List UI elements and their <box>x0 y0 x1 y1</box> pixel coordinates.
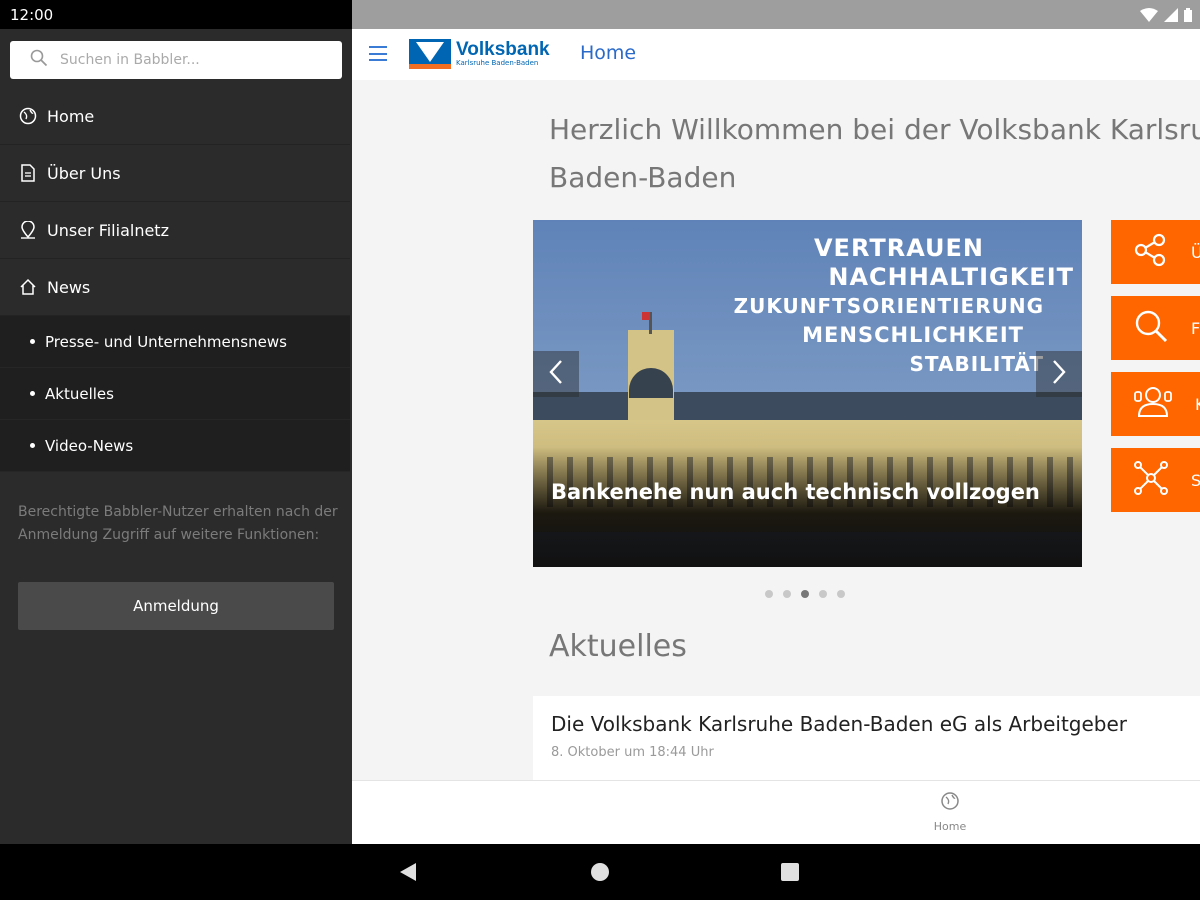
carousel-dot[interactable] <box>819 590 827 598</box>
document-icon <box>18 163 38 183</box>
sidebar-item-home[interactable]: Home <box>0 88 350 145</box>
carousel-dot[interactable] <box>765 590 773 598</box>
quick-link-label: S <box>1191 470 1200 490</box>
quick-link-share[interactable]: Ü <box>1111 220 1200 284</box>
sidebar-subitem-aktuelles[interactable]: Aktuelles <box>0 368 350 420</box>
map-pin-icon <box>18 220 38 240</box>
login-button[interactable]: Anmeldung <box>18 582 334 630</box>
sidebar-subitem-video-news[interactable]: Video-News <box>0 420 350 472</box>
menu-icon[interactable] <box>369 46 387 61</box>
search-box[interactable] <box>10 41 342 79</box>
globe-icon <box>18 106 38 126</box>
sidebar-subitem-presse[interactable]: Presse- und Unternehmensnews <box>0 316 350 368</box>
carousel-next-button[interactable] <box>1036 351 1082 397</box>
system-nav-bar <box>0 844 1200 900</box>
bullet-icon <box>30 391 35 396</box>
carousel-dot[interactable] <box>783 590 791 598</box>
status-time: 12:00 <box>10 6 54 24</box>
carousel-prev-button[interactable] <box>533 351 579 397</box>
sidebar-item-news[interactable]: News <box>0 259 350 316</box>
home-circle-icon[interactable] <box>591 863 609 881</box>
globe-icon <box>940 791 960 814</box>
search-icon <box>1133 308 1169 348</box>
wifi-icon <box>1140 7 1158 26</box>
caption-shade <box>533 447 1082 567</box>
section-title-aktuelles: Aktuelles <box>549 629 687 664</box>
image-word: ZUKUNFTSORIENTIERUNG <box>733 294 1044 318</box>
contact-icon <box>1133 384 1173 424</box>
main-content: Volksbank Karlsruhe Baden-Baden Home Her… <box>352 29 1200 844</box>
slide-caption[interactable]: Bankenehe nun auch technisch vollzogen <box>551 480 1040 504</box>
share-icon <box>1133 232 1169 272</box>
bullet-icon <box>30 339 35 344</box>
signal-icon <box>1164 7 1178 26</box>
page-title: Home <box>580 42 637 64</box>
image-carousel[interactable]: VERTRAUEN NACHHALTIGKEIT ZUKUNFTSORIENTI… <box>533 220 1082 567</box>
tab-home[interactable]: Home <box>928 791 972 833</box>
image-word: VERTRAUEN <box>813 234 984 262</box>
house-icon <box>18 277 38 297</box>
search-input[interactable] <box>60 52 320 68</box>
navigation-drawer: Home Über Uns Unser Filialnetz News Pres… <box>0 29 352 844</box>
drawer-nav: Home Über Uns Unser Filialnetz News Pres… <box>0 88 350 472</box>
volksbank-logo: Volksbank Karlsruhe Baden-Baden <box>409 39 550 69</box>
battery-icon <box>1184 7 1192 26</box>
news-title: Die Volksbank Karlsruhe Baden-Baden eG a… <box>551 712 1128 736</box>
network-icon <box>1133 460 1169 500</box>
carousel-dot[interactable] <box>801 590 809 598</box>
image-word: NACHHALTIGKEIT <box>828 263 1074 291</box>
quick-link-contact[interactable]: K <box>1111 372 1200 436</box>
chevron-left-icon <box>548 359 564 389</box>
sidebar-item-label: Über Uns <box>47 163 121 183</box>
welcome-line-1: Herzlich Willkommen bei der Volksbank Ka… <box>549 113 1200 146</box>
welcome-heading: Herzlich Willkommen bei der Volksbank Ka… <box>549 106 1200 202</box>
sidebar-subitem-label: Presse- und Unternehmensnews <box>45 332 287 351</box>
image-word: STABILITÄT <box>909 352 1044 376</box>
back-icon[interactable] <box>400 863 416 881</box>
chevron-right-icon <box>1051 359 1067 389</box>
tab-home-label: Home <box>933 820 967 833</box>
quick-link-label: Ü <box>1191 242 1200 262</box>
news-card[interactable]: Die Volksbank Karlsruhe Baden-Baden eG a… <box>533 696 1200 786</box>
carousel-indicator <box>765 590 845 598</box>
quick-link-network[interactable]: S <box>1111 448 1200 512</box>
status-bar: 12:00 <box>0 0 352 29</box>
volksbank-mark-icon <box>409 39 451 69</box>
search-icon <box>30 49 48 71</box>
bullet-icon <box>30 443 35 448</box>
sidebar-item-label: Home <box>47 106 95 126</box>
welcome-line-2: Baden-Baden <box>549 161 737 194</box>
image-word: MENSCHLICHKEIT <box>802 323 1024 347</box>
carousel-dot[interactable] <box>837 590 845 598</box>
login-info-text: Berechtigte Babbler-Nutzer erhalten nach… <box>18 504 338 543</box>
status-bar-right <box>352 0 1200 29</box>
sidebar-item-filialnetz[interactable]: Unser Filialnetz <box>0 202 350 259</box>
sidebar-item-label: Unser Filialnetz <box>47 220 169 240</box>
quick-link-search[interactable]: F <box>1111 296 1200 360</box>
recent-apps-icon[interactable] <box>781 863 799 881</box>
sidebar-subitem-label: Aktuelles <box>45 384 114 403</box>
sidebar-subitem-label: Video-News <box>45 436 134 455</box>
quick-link-label: F <box>1191 318 1200 338</box>
logo-title: Volksbank <box>456 39 550 60</box>
sidebar-item-label: News <box>47 277 91 297</box>
sidebar-item-ueber-uns[interactable]: Über Uns <box>0 145 350 202</box>
slide-image-text: VERTRAUEN NACHHALTIGKEIT ZUKUNFTSORIENTI… <box>704 234 1074 379</box>
bottom-tab-bar: Home <box>352 780 1200 844</box>
news-date: 8. Oktober um 18:44 Uhr <box>551 745 714 760</box>
logo-subtitle: Karlsruhe Baden-Baden <box>456 59 539 67</box>
app-bar: Volksbank Karlsruhe Baden-Baden Home <box>352 29 1200 80</box>
quick-link-label: K <box>1195 395 1200 414</box>
